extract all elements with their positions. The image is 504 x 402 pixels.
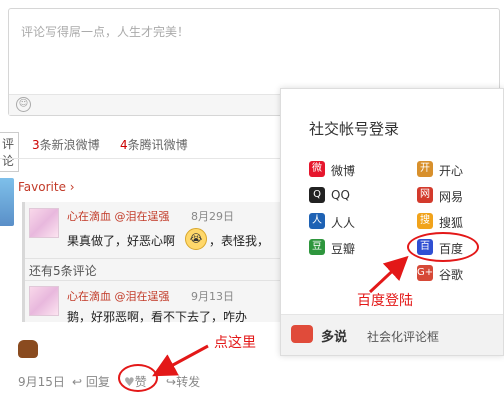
kaixin-icon: 开 [417, 161, 433, 177]
login-title: 社交帐号登录 [309, 120, 400, 138]
divider [25, 280, 280, 281]
reply-button[interactable]: ↩ 回复 [72, 373, 110, 390]
sad-crying-emoji-icon: 😭 [185, 228, 207, 250]
douban-icon: 豆 [309, 239, 325, 255]
arrow-to-like [152, 344, 209, 377]
reply-author[interactable]: 心在滴血 @泪在逞强 [67, 208, 170, 224]
comment-placeholder: 评论写得屌一点，人生才完美！ [21, 25, 190, 39]
google-icon: G+ [417, 265, 433, 281]
panel-footer: 多说 社会化评论框 [281, 314, 503, 355]
bear-emoji-icon [18, 340, 38, 358]
reply-arrow-icon: ↩ [72, 375, 83, 389]
tab-tencent-weibo[interactable]: 4条腾讯微博 [120, 136, 188, 153]
divider [0, 158, 280, 159]
post-author[interactable]: Favorite › [18, 180, 75, 194]
post-date: 9月15日 [18, 375, 65, 389]
forward-arrow-icon: ↪ [166, 375, 177, 389]
duoshuo-desc: 社会化评论框 [367, 330, 440, 344]
reply-text: 果真做了，好恶心啊 [67, 234, 176, 248]
duoshuo-brand[interactable]: 多说 [321, 326, 347, 345]
netease-icon: 网 [417, 187, 433, 203]
tab-comments[interactable]: 评论 [0, 132, 20, 172]
renren-icon: 人 [309, 213, 325, 229]
reply-date: 8月29日 [191, 210, 234, 223]
avatar[interactable] [0, 178, 14, 226]
reply-text: 鹅，好邪恶啊，看不下去了，咋办 [67, 310, 248, 324]
emoji-icon[interactable]: ☺ [16, 97, 31, 112]
like-highlight-circle [118, 364, 158, 392]
social-login-panel: 社交帐号登录 微 微博 开 开心 Q QQ 网 网易 人 人人 搜 搜狐 豆 豆… [280, 88, 504, 356]
reply-thread: 心在滴血 @泪在逞强 8月29日 果真做了，好恶心啊 😭 ，表怪我， 还有5条评… [22, 202, 280, 324]
reply-avatar[interactable] [29, 286, 59, 316]
tab-sina-weibo[interactable]: 3条新浪微博 [32, 136, 100, 153]
sohu-icon: 搜 [417, 213, 433, 229]
annotation-click-here: 点这里 [214, 335, 256, 351]
more-comments-link[interactable]: 还有5条评论 [29, 262, 97, 279]
forward-button[interactable]: ↪转发 [166, 373, 200, 390]
baidu-highlight-circle [407, 232, 479, 262]
divider [25, 258, 280, 259]
weibo-icon: 微 [309, 161, 325, 177]
reply-author[interactable]: 心在滴血 @泪在逞强 [67, 288, 170, 304]
annotation-baidu-login: 百度登陆 [357, 293, 413, 309]
reply-text-cont: ，表怪我， [209, 234, 270, 248]
reply-avatar[interactable] [29, 208, 59, 238]
reply-date: 9月13日 [191, 290, 234, 303]
qq-icon: Q [309, 187, 325, 203]
duoshuo-logo-icon [291, 325, 313, 343]
